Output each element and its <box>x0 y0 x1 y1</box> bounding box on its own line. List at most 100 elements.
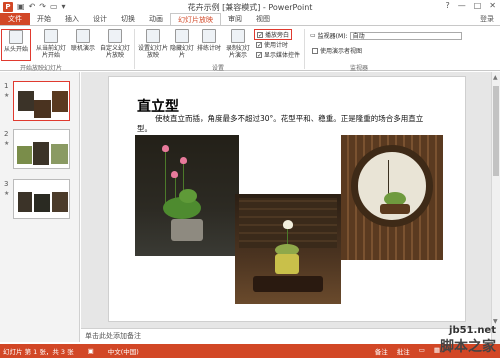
lotus-bud-shape <box>171 171 178 178</box>
tab-file[interactable]: 文件 <box>0 13 30 25</box>
tab-transitions[interactable]: 切换 <box>114 13 142 25</box>
slide-number: 2 <box>4 130 9 138</box>
thumb-photo <box>34 100 51 118</box>
monitor-label: 监视器(M): <box>317 33 348 40</box>
animation-star-icon: ★ <box>4 190 10 197</box>
lotus-arrangement-photo[interactable] <box>135 135 239 256</box>
thumb-photo <box>34 194 50 212</box>
vertical-scrollbar[interactable]: ▲ ▼ <box>491 72 500 344</box>
ribbon-separator <box>304 29 305 69</box>
lotus-bud-shape <box>180 157 187 164</box>
ribbon: 从头开始 从当前幻灯片开始 联机演示 自定义幻灯片放映 开始放映幻灯片 设置幻灯… <box>0 25 500 72</box>
from-current-button[interactable]: 从当前幻灯片开始 <box>34 29 68 59</box>
use-timings-checkbox[interactable]: ✓ 使用计时 <box>256 40 288 49</box>
play-from-current-icon <box>44 29 58 43</box>
window-controls: ? — □ ✕ <box>445 1 496 10</box>
watermark: jb51.net 脚本之家 <box>440 325 496 356</box>
minimize-button[interactable]: — <box>458 1 466 10</box>
slide-number: 1 <box>4 82 9 90</box>
checkbox-checked-icon: ✓ <box>257 31 264 39</box>
ribbon-separator <box>134 29 135 69</box>
hide-slide-button[interactable]: 隐藏幻灯片 <box>170 29 194 59</box>
checkbox-checked-icon: ✓ <box>256 41 263 49</box>
record-button[interactable]: 录制幻灯片演示 <box>224 29 252 59</box>
record-label: 录制幻灯片演示 <box>225 45 250 59</box>
checkbox-unchecked-icon <box>312 47 318 54</box>
custom-show-icon <box>108 29 122 43</box>
language-status[interactable]: 中文(中国) <box>108 346 139 356</box>
setup-show-label: 设置幻灯片放映 <box>138 45 169 59</box>
from-beginning-button[interactable]: 从头开始 <box>1 29 31 61</box>
scroll-down-icon[interactable]: ▼ <box>493 318 498 325</box>
close-button[interactable]: ✕ <box>489 1 496 10</box>
setup-show-icon <box>146 29 160 43</box>
from-beginning-label: 从头开始 <box>3 46 28 53</box>
tab-insert[interactable]: 插入 <box>58 13 86 25</box>
watermark-line-1: jb51.net <box>449 325 496 336</box>
vase-shape <box>380 204 410 214</box>
restore-button[interactable]: □ <box>474 1 482 10</box>
hide-slide-icon <box>175 29 189 43</box>
scrollbar-thumb[interactable] <box>493 86 499 176</box>
custom-show-label: 自定义幻灯片放映 <box>100 45 131 59</box>
thumb-photo <box>18 91 34 111</box>
slide-body-text[interactable]: 使枝直立而插，角度最多不超过30°。花型平和、稳重。正是隆重的场合多用直立型。 <box>137 114 437 134</box>
title-bar: P ▣ ↶ ↷ ▭ ▾ 花卉示例 [兼容模式] - PowerPoint ? —… <box>0 0 500 13</box>
stem-shape <box>165 149 166 204</box>
leaf-shape <box>179 189 197 203</box>
setup-show-button[interactable]: 设置幻灯片放映 <box>138 29 168 59</box>
flower-shape <box>283 220 293 229</box>
presenter-view-checkbox[interactable]: 使用演示者视图 <box>312 46 362 55</box>
notes-toggle-button[interactable]: 备注 <box>375 346 388 356</box>
comments-toggle-button[interactable]: 批注 <box>397 346 410 356</box>
slide-canvas[interactable]: 直立型 使枝直立而插，角度最多不超过30°。花型平和、稳重。正是隆重的场合多用直… <box>108 76 466 322</box>
custom-show-button[interactable]: 自定义幻灯片放映 <box>100 29 130 59</box>
slide-workspace: 直立型 使枝直立而插，角度最多不超过30°。花型平和、稳重。正是隆重的场合多用直… <box>81 72 491 328</box>
checkbox-checked-icon: ✓ <box>256 51 263 59</box>
status-bar: 幻灯片 第 1 张，共 3 张 ▣ 中文(中国) 备注 批注 ▭ ▦ <box>0 344 500 358</box>
tab-review[interactable]: 审阅 <box>221 13 249 25</box>
help-button[interactable]: ? <box>445 1 449 10</box>
yellow-vase-photo[interactable] <box>235 194 341 304</box>
stand-shape <box>253 276 323 292</box>
tab-slideshow[interactable]: 幻灯片放映 <box>170 13 221 25</box>
record-icon <box>231 29 245 43</box>
online-present-icon <box>76 29 90 43</box>
rehearse-label: 排练计时 <box>196 45 221 52</box>
presenter-view-label: 使用演示者视图 <box>320 48 363 55</box>
slide-title[interactable]: 直立型 <box>137 96 179 116</box>
media-controls-checkbox[interactable]: ✓ 显示媒体控件 <box>256 50 300 59</box>
login-link[interactable]: 登录 <box>480 13 500 25</box>
notes-pane[interactable]: 单击此处添加备注 <box>81 328 491 344</box>
thumb-photo <box>18 192 32 212</box>
play-narration-label: 播放旁白 <box>265 32 290 39</box>
monitor-dropdown[interactable]: 自动 <box>349 31 462 40</box>
thumb-photo <box>33 142 49 165</box>
use-timings-label: 使用计时 <box>264 42 289 49</box>
slide-thumbnail-3[interactable] <box>13 179 70 219</box>
monitor-selector: ▭ 监视器(M): 自动 <box>310 31 462 40</box>
tab-home[interactable]: 开始 <box>30 13 58 25</box>
normal-view-icon[interactable]: ▭ <box>419 346 425 356</box>
tab-design[interactable]: 设计 <box>86 13 114 25</box>
scroll-up-icon[interactable]: ▲ <box>493 74 498 81</box>
play-narration-checkbox[interactable]: ✓ 播放旁白 <box>254 29 293 40</box>
animation-star-icon: ★ <box>4 92 10 99</box>
slide-thumbnail-1[interactable] <box>13 81 70 121</box>
vase-shape <box>275 254 299 274</box>
online-present-label: 联机演示 <box>70 45 95 52</box>
rehearse-button[interactable]: 排练计时 <box>196 29 222 52</box>
tab-view[interactable]: 视图 <box>249 13 277 25</box>
online-present-button[interactable]: 联机演示 <box>70 29 96 52</box>
group-start-label: 开始放映幻灯片 <box>20 65 63 72</box>
group-monitor-label: 监视器 <box>350 65 369 72</box>
tab-animations[interactable]: 动画 <box>142 13 170 25</box>
thumb-photo <box>17 146 32 164</box>
slide-number: 3 <box>4 180 9 188</box>
hide-slide-label: 隐藏幻灯片 <box>170 45 195 59</box>
thumb-photo <box>52 192 68 212</box>
slide-thumbnail-2[interactable] <box>13 129 70 169</box>
spellcheck-icon[interactable]: ▣ <box>88 347 94 355</box>
vase-shape <box>171 219 203 241</box>
animation-star-icon: ★ <box>4 140 10 147</box>
